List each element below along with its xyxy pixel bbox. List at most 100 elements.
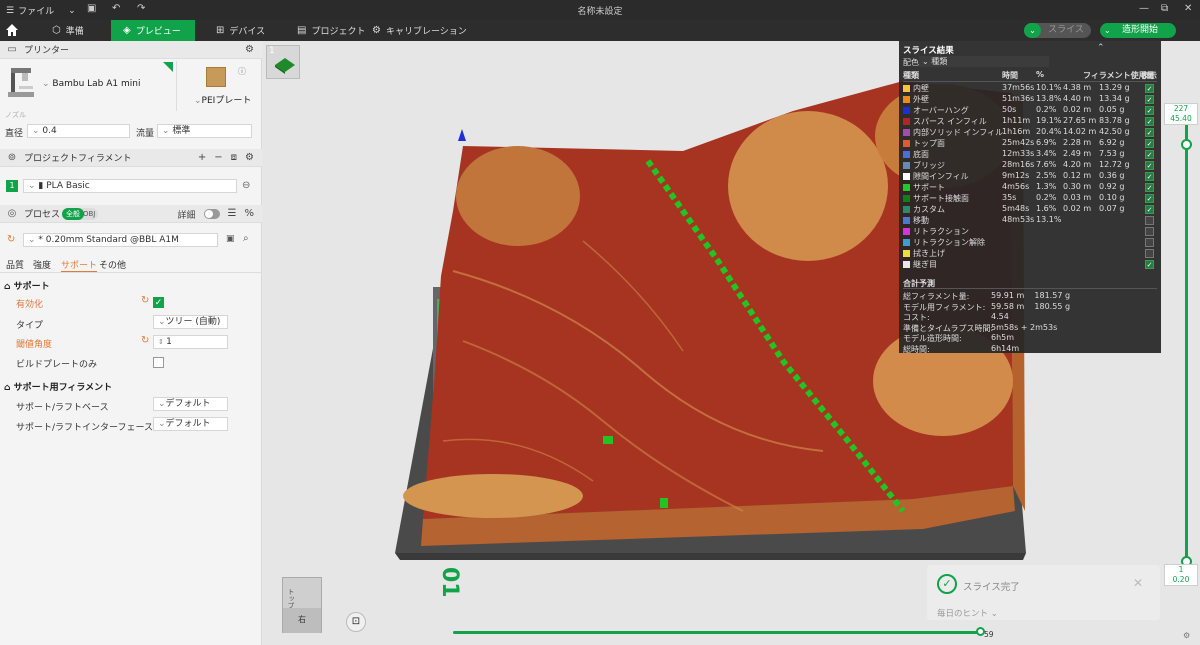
- support-icon: ⌂: [4, 383, 11, 393]
- settings-icon[interactable]: ⚙: [245, 152, 254, 163]
- summary-value: 5m58s + 2m53s: [991, 322, 1058, 332]
- row-weight: 0.36 g: [1099, 171, 1125, 180]
- detail-toggle[interactable]: [203, 209, 220, 219]
- row-percent: 19.1%: [1036, 116, 1062, 125]
- enable-support-checkbox[interactable]: ✓: [153, 297, 164, 308]
- calibration-icon: ⚙: [372, 25, 381, 36]
- add-icon[interactable]: +: [198, 152, 206, 163]
- settings-icon[interactable]: ⚙: [1183, 631, 1190, 640]
- top-layer-thumb[interactable]: [1181, 139, 1192, 150]
- visibility-checkbox[interactable]: ✓: [1145, 183, 1154, 192]
- visibility-checkbox[interactable]: ✓: [1145, 260, 1154, 269]
- bottom-layer-label: 1 0.20: [1164, 564, 1198, 586]
- fit-view-icon[interactable]: ⊡: [346, 612, 366, 632]
- filament-remove-icon[interactable]: ⊖: [242, 180, 250, 191]
- close-icon[interactable]: ✕: [1133, 576, 1143, 590]
- chevron-down-icon: ⌄: [28, 181, 39, 191]
- process-icon: ◎: [7, 208, 17, 219]
- visibility-checkbox[interactable]: ✓: [1145, 117, 1154, 126]
- legend-swatch: [903, 129, 910, 136]
- row-time: 48m53s: [1002, 215, 1035, 224]
- visibility-checkbox[interactable]: [1145, 249, 1154, 258]
- minimize-icon[interactable]: —: [1139, 3, 1149, 14]
- row-weight: 12.72 g: [1099, 160, 1130, 169]
- plate-name: PEIプレート: [201, 96, 252, 106]
- printer-select[interactable]: ⌄ Bambu Lab A1 mini: [42, 79, 140, 89]
- close-icon[interactable]: ✕: [1184, 3, 1192, 14]
- sync-icon[interactable]: ⧈: [231, 152, 237, 163]
- tab-label: キャリブレーション: [385, 27, 467, 37]
- visibility-checkbox[interactable]: ✓: [1145, 139, 1154, 148]
- filament-icon: ⊚: [7, 152, 17, 163]
- vertical-layer-slider[interactable]: [1185, 123, 1188, 568]
- visibility-checkbox[interactable]: [1145, 227, 1154, 236]
- global-mode[interactable]: 全般: [62, 208, 84, 220]
- visibility-checkbox[interactable]: ✓: [1145, 84, 1154, 93]
- print-button[interactable]: ⌄ 造形開始: [1100, 23, 1176, 38]
- remove-icon[interactable]: −: [214, 152, 222, 163]
- printer-flag: [163, 62, 173, 72]
- slice-dropdown-icon[interactable]: ⌄: [1024, 23, 1041, 38]
- visibility-checkbox[interactable]: [1145, 238, 1154, 247]
- plate-thumb-image: [275, 58, 295, 74]
- support-type-select[interactable]: ⌄ツリー (自動): [153, 315, 228, 329]
- row-length: 4.20 m: [1063, 160, 1092, 169]
- visibility-checkbox[interactable]: ✓: [1145, 106, 1154, 115]
- color-scheme-select[interactable]: ⌄ 種類: [919, 56, 1049, 67]
- section-title: プロジェクトフィラメント: [24, 154, 132, 164]
- reset-icon[interactable]: ↻: [7, 234, 15, 245]
- visibility-checkbox[interactable]: ✓: [1145, 150, 1154, 159]
- visibility-checkbox[interactable]: ✓: [1145, 95, 1154, 104]
- reset-icon[interactable]: ↻: [141, 295, 149, 306]
- subtab-support[interactable]: サポート: [61, 258, 98, 272]
- diameter-select[interactable]: ⌄ 0.4: [27, 124, 130, 138]
- threshold-angle-stepper[interactable]: ⇕ 1: [153, 335, 228, 349]
- visibility-checkbox[interactable]: ✓: [1145, 128, 1154, 137]
- tab-preview[interactable]: ◈ プレビュー: [111, 20, 195, 41]
- tab-calibration[interactable]: ⚙ キャリブレーション: [360, 20, 479, 41]
- tab-device[interactable]: ⊞ デバイス: [204, 20, 277, 41]
- list-icon[interactable]: ☰: [228, 208, 237, 221]
- raft-interface-label: サポート/ラフトインターフェース: [16, 423, 154, 433]
- visibility-checkbox[interactable]: ✓: [1145, 205, 1154, 214]
- plate-select[interactable]: ⌄PEIプレート: [194, 93, 251, 106]
- percent-icon[interactable]: %: [244, 208, 254, 221]
- tab-prepare[interactable]: ⬡ 準備: [40, 20, 96, 41]
- save-profile-icon[interactable]: ▣: [226, 234, 235, 244]
- restore-icon[interactable]: ⧉: [1161, 3, 1168, 14]
- raft-interface-value: デフォルト: [165, 419, 211, 429]
- subtab-strength[interactable]: 強度: [33, 258, 51, 271]
- summary-value: 6h5m: [991, 333, 1015, 342]
- horizontal-layer-slider[interactable]: [453, 631, 981, 634]
- visibility-checkbox[interactable]: ✓: [1145, 194, 1154, 203]
- flow-select[interactable]: ⌄ 標準: [157, 124, 252, 138]
- slice-button[interactable]: スライス: [1042, 23, 1090, 38]
- raft-base-select[interactable]: ⌄デフォルト: [153, 397, 228, 411]
- collapse-icon[interactable]: ⌃: [1097, 43, 1105, 53]
- notice-title: スライス完了: [963, 582, 1020, 593]
- info-icon[interactable]: ⓘ: [238, 66, 246, 77]
- buildplate-only-checkbox[interactable]: [153, 357, 164, 368]
- daily-tip[interactable]: 毎日のヒント ⌄: [937, 607, 998, 619]
- divider: [176, 61, 177, 111]
- home-icon[interactable]: [5, 23, 19, 37]
- process-profile-select[interactable]: ⌄ * 0.20mm Standard @BBL A1M: [23, 233, 218, 247]
- search-icon[interactable]: ⌕: [243, 233, 249, 244]
- subtab-quality[interactable]: 品質: [6, 258, 24, 271]
- settings-icon[interactable]: ⚙: [245, 44, 254, 55]
- reset-icon[interactable]: ↻: [141, 335, 149, 346]
- object-mode[interactable]: OBJ: [83, 208, 95, 220]
- view-cube[interactable]: トップ 右: [282, 577, 322, 633]
- window-title: 名称未設定: [577, 7, 623, 17]
- summary-label: 総フィラメント量:: [903, 292, 970, 301]
- raft-interface-select[interactable]: ⌄デフォルト: [153, 417, 228, 431]
- result-row: ブリッジ 28m16s 7.6% 4.20 m 12.72 g ✓: [903, 160, 1157, 171]
- summary-label: モデル用フィラメント:: [903, 302, 986, 312]
- visibility-checkbox[interactable]: ✓: [1145, 172, 1154, 181]
- visibility-checkbox[interactable]: ✓: [1145, 161, 1154, 170]
- visibility-checkbox[interactable]: [1145, 216, 1154, 225]
- filament-index[interactable]: 1: [6, 180, 18, 192]
- subtab-other[interactable]: その他: [99, 258, 126, 271]
- plate-thumbnail[interactable]: 1: [266, 45, 300, 79]
- filament-select[interactable]: ⌄ ▮ PLA Basic: [23, 179, 237, 193]
